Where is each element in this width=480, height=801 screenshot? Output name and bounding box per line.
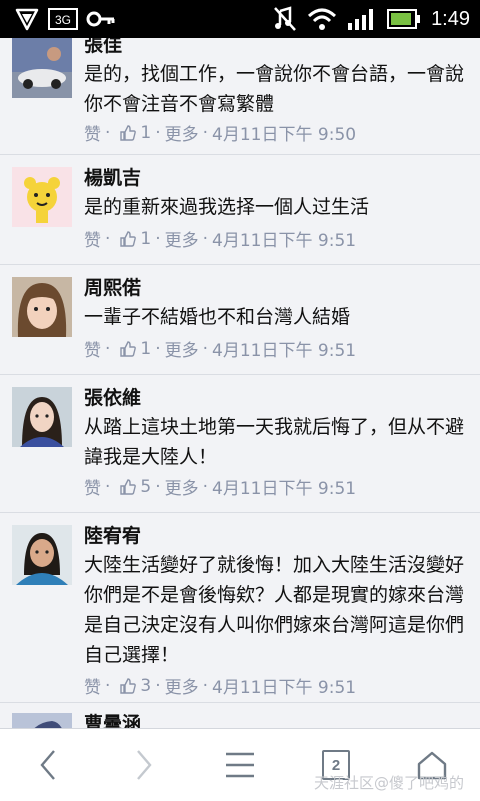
comment-timestamp[interactable]: 4月11日下午 9:51 [212, 673, 356, 698]
like-count: 1 [140, 122, 152, 143]
mute-icon [274, 6, 296, 31]
tab-count: 2 [331, 756, 341, 774]
comment-item: 陸宥宥 大陸生活變好了就後悔！加入大陸生活沒變好你們是不是會後悔欸？人都是現實的… [0, 513, 480, 703]
watermark: 天涯社区@傻了吧鸡的 [314, 774, 465, 792]
avatar[interactable] [12, 387, 72, 447]
like-link[interactable]: 赞 [84, 226, 101, 251]
comment-meta: 赞 · 1 · 更多 · 4月11日下午 9:51 [84, 226, 360, 252]
svg-text:3G: 3G [55, 13, 71, 27]
like-count: 5 [140, 476, 152, 497]
wifi-icon [308, 8, 337, 30]
avatar[interactable] [12, 713, 72, 728]
shield-icon [15, 8, 39, 31]
avatar[interactable] [12, 38, 72, 98]
commenter-name[interactable]: 張依維 [84, 383, 141, 410]
thumbs-up-icon [120, 230, 137, 247]
meta-separator: · [202, 228, 209, 249]
more-link[interactable]: 更多 [165, 336, 199, 361]
like-link[interactable]: 赞 [84, 673, 101, 698]
more-link[interactable]: 更多 [165, 474, 199, 499]
comment-meta: 赞 · 5 · 更多 · 4月11日下午 9:51 [84, 474, 360, 500]
comment-text: 大陸生活變好了就後悔！加入大陸生活沒變好你們是不是會後悔欸？人都是現實的嫁來台灣… [84, 554, 465, 666]
more-link[interactable]: 更多 [165, 673, 199, 698]
comment-item: 張佳 是的，找個工作，一會說你不會台語，一會說你不會注音不會寫繁體 赞 · 1 … [0, 38, 480, 155]
thumbs-up-icon [120, 340, 137, 357]
comment-text: 从踏上這块土地第一天我就后悔了，但从不避諱我是大陸人！ [84, 416, 465, 468]
comment-meta: 赞 · 1 · 更多 · 4月11日下午 9:51 [84, 336, 360, 362]
comment-timestamp[interactable]: 4月11日下午 9:50 [212, 120, 356, 145]
like-count: 1 [140, 338, 152, 359]
comment-text: 是的重新來過我选择一個人过生活 [84, 196, 370, 218]
more-link[interactable]: 更多 [165, 120, 199, 145]
like-count: 1 [140, 228, 152, 249]
comment-meta: 赞 · 3 · 更多 · 4月11日下午 9:51 [84, 673, 360, 699]
chevron-left-icon [40, 750, 55, 780]
comment-text: 是的，找個工作，一會說你不會台語，一會說你不會注音不會寫繁體 [84, 63, 465, 115]
battery-icon [387, 9, 421, 29]
commenter-name[interactable]: 楊凱吉 [84, 163, 141, 190]
meta-separator: · [105, 122, 111, 143]
thumbs-up-icon [120, 478, 137, 495]
meta-separator: · [202, 476, 209, 497]
thumbs-up-icon [120, 677, 137, 694]
avatar[interactable] [12, 525, 72, 585]
like-link[interactable]: 赞 [84, 120, 101, 145]
meta-separator: · [155, 476, 161, 497]
comment-item: 張依維 从踏上這块土地第一天我就后悔了，但从不避諱我是大陸人！ 赞 · 5 · … [0, 375, 480, 513]
comment-item: 楊凱吉 是的重新來過我选择一個人过生活 赞 · 1 · 更多 · 4月11日下午… [0, 155, 480, 265]
commenter-name[interactable]: 張佳 [84, 38, 122, 57]
meta-separator: · [155, 228, 161, 249]
thumbs-up-icon [120, 124, 137, 141]
menu-button[interactable] [218, 743, 262, 787]
meta-separator: · [105, 338, 111, 359]
signal-strength-icon [348, 9, 374, 30]
commenter-name[interactable]: 周熙偌 [84, 273, 141, 300]
comment-text: 一輩子不結婚也不和台灣人結婚 [84, 306, 351, 328]
more-link[interactable]: 更多 [165, 226, 199, 251]
like-link[interactable]: 赞 [84, 474, 101, 499]
back-button[interactable] [26, 743, 70, 787]
commenter-name[interactable]: 陸宥宥 [84, 521, 141, 548]
meta-separator: · [105, 476, 111, 497]
avatar[interactable] [12, 277, 72, 337]
meta-separator: · [155, 122, 161, 143]
comment-feed[interactable]: 張佳 是的，找個工作，一會說你不會台語，一會說你不會注音不會寫繁體 赞 · 1 … [0, 38, 480, 728]
forward-button[interactable] [122, 743, 166, 787]
meta-separator: · [202, 338, 209, 359]
status-time: 1:49 [431, 7, 470, 30]
comment-item: 周熙偌 一輩子不結婚也不和台灣人結婚 赞 · 1 · 更多 · 4月11日下午 … [0, 265, 480, 375]
like-count: 3 [140, 675, 152, 696]
meta-separator: · [155, 675, 161, 696]
signal-box-icon: 3G [48, 8, 78, 30]
meta-separator: · [155, 338, 161, 359]
like-link[interactable]: 赞 [84, 336, 101, 361]
meta-separator: · [202, 122, 209, 143]
comment-timestamp[interactable]: 4月11日下午 9:51 [212, 336, 356, 361]
meta-separator: · [105, 228, 111, 249]
comment-timestamp[interactable]: 4月11日下午 9:51 [212, 474, 356, 499]
comment-meta: 赞 · 1 · 更多 · 4月11日下午 9:50 [84, 120, 360, 146]
comment-item: 曹曇涵 [0, 703, 480, 728]
meta-separator: · [105, 675, 111, 696]
avatar[interactable] [12, 167, 72, 227]
comment-timestamp[interactable]: 4月11日下午 9:51 [212, 226, 356, 251]
status-bar: 3G 1:49 [0, 0, 480, 38]
commenter-name[interactable]: 曹曇涵 [84, 709, 141, 728]
key-icon [86, 11, 115, 27]
menu-icon [226, 752, 254, 778]
meta-separator: · [202, 675, 209, 696]
chevron-right-icon [137, 750, 152, 780]
